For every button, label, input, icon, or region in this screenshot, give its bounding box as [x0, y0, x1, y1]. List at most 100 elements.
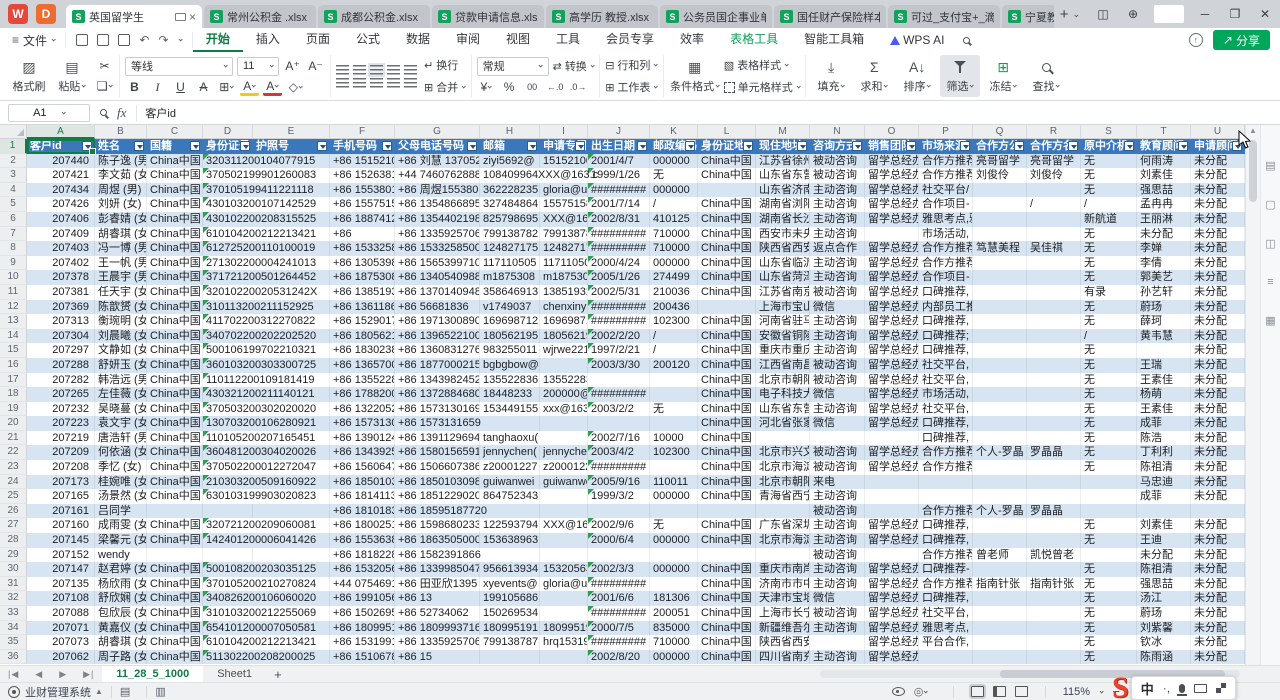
cell[interactable]: 207161 [27, 504, 95, 519]
cell[interactable]: 主动咨询 [810, 212, 865, 227]
cell[interactable] [973, 285, 1027, 300]
cell[interactable]: 上海市宝山 [756, 300, 810, 315]
cell[interactable] [1027, 329, 1081, 344]
cell[interactable] [810, 635, 865, 650]
align-middle-icon[interactable] [353, 65, 366, 75]
column-header-L[interactable]: L [698, 125, 756, 139]
sheet-tab-11_28_5_1000[interactable]: 11_28_5_1000 [102, 666, 203, 683]
microphone-icon[interactable] [1179, 684, 1185, 693]
cell[interactable]: China中国 [147, 168, 203, 183]
cell[interactable]: 2002/7/16 [588, 431, 650, 446]
cell[interactable]: 207152 [27, 548, 95, 563]
cell[interactable]: 124827175 [480, 241, 540, 256]
cell[interactable] [1081, 475, 1137, 490]
cell[interactable]: +86 1370140948 [395, 285, 480, 300]
cell[interactable]: 新疆维吾尔 [756, 621, 810, 636]
cell[interactable] [480, 504, 540, 519]
cell[interactable] [865, 475, 919, 490]
cell[interactable]: 蔚玚 [1137, 606, 1191, 621]
cell[interactable]: 主动咨询 [810, 256, 865, 271]
cell[interactable]: +86 15731301 [330, 416, 395, 431]
side-tool-icon[interactable]: ◫ [1265, 237, 1275, 250]
wps-ai-button[interactable]: WPS AI [877, 28, 957, 52]
cell[interactable]: 罗晶晶 [1027, 445, 1081, 460]
menu-tab-表格工具[interactable]: 表格工具 [717, 28, 791, 52]
cell[interactable]: 未分配 [1191, 227, 1245, 242]
globe-icon[interactable]: ⊕ [1118, 7, 1148, 21]
file-tab[interactable]: S英国留学生× [66, 5, 202, 28]
cell[interactable] [1081, 504, 1137, 519]
cell[interactable] [973, 475, 1027, 490]
cell[interactable]: 被动咨询 [810, 460, 865, 475]
cell[interactable]: 271302200004241013 [203, 256, 253, 271]
cell[interactable]: 主动咨询 [810, 183, 865, 198]
cell[interactable]: 未分配 [1191, 621, 1245, 636]
cell[interactable] [1027, 387, 1081, 402]
cell[interactable]: +86 1391129694 [395, 431, 480, 446]
cell[interactable]: 留学总经办 [865, 154, 919, 169]
side-tool-icon[interactable]: ▤ [1265, 159, 1275, 172]
cell[interactable]: 未分配 [1191, 212, 1245, 227]
cell[interactable]: 未分配 [1191, 358, 1245, 373]
cell[interactable]: guiwanwei [480, 475, 540, 490]
cell[interactable] [1027, 183, 1081, 198]
column-header-U[interactable]: U [1191, 125, 1245, 139]
cell[interactable]: 合作项目- [919, 197, 973, 212]
row-header[interactable]: 2 [0, 154, 27, 169]
row-header[interactable]: 35 [0, 635, 27, 650]
filter-header-cell[interactable]: 身份证地 [698, 139, 756, 154]
cell[interactable]: 广东省深圳 [756, 518, 810, 533]
cell[interactable]: 000000 [650, 154, 698, 169]
cell[interactable]: 杨萌 [1137, 387, 1191, 402]
cell[interactable]: 强思喆 [1137, 577, 1191, 592]
cell[interactable]: 何依涵 (女 [95, 445, 147, 460]
cell[interactable] [865, 548, 919, 563]
cell[interactable]: China中国 [698, 562, 756, 577]
cell[interactable]: 710000 [650, 241, 698, 256]
cell[interactable]: 合作项目- [919, 270, 973, 285]
row-header[interactable]: 4 [0, 183, 27, 198]
cell[interactable]: 被动咨询 [810, 548, 865, 563]
cell[interactable]: 北京市朝阳 [756, 475, 810, 490]
row-header[interactable]: 32 [0, 591, 27, 606]
cell[interactable]: m1875308 [540, 270, 588, 285]
cell[interactable]: 000000 [650, 256, 698, 271]
cell[interactable]: 山东省东营 [756, 168, 810, 183]
cell[interactable]: China中国 [698, 489, 756, 504]
cell[interactable]: 000000 [650, 183, 698, 198]
cell[interactable]: China中国 [698, 256, 756, 271]
menu-tab-公式[interactable]: 公式 [343, 28, 393, 52]
cell[interactable] [973, 562, 1027, 577]
row-header[interactable]: 20 [0, 416, 27, 431]
cell[interactable]: 未分配 [1191, 343, 1245, 358]
cell[interactable]: +86 1506607386 [395, 460, 480, 475]
cell[interactable]: 500106199702210321 [203, 343, 253, 358]
cell[interactable]: China中国 [147, 475, 203, 490]
cell[interactable]: +86 1877000215 [395, 358, 480, 373]
cell[interactable]: China中国 [147, 621, 203, 636]
cell[interactable]: 207135 [27, 577, 95, 592]
cell[interactable] [588, 548, 650, 563]
font-name-select[interactable]: 等线 [125, 57, 233, 76]
share-button[interactable]: ↗ 分享 [1213, 30, 1270, 50]
cell[interactable] [973, 373, 1027, 388]
cell[interactable]: 社交平台/ [919, 183, 973, 198]
filter-dropdown-icon[interactable] [743, 141, 753, 151]
cell[interactable]: 2005/1/26 [588, 270, 650, 285]
cell[interactable] [480, 416, 540, 431]
cell[interactable]: 无 [1081, 358, 1137, 373]
cell[interactable]: 710000 [650, 635, 698, 650]
cell[interactable] [973, 533, 1027, 548]
side-tool-icon[interactable]: ≡ [1267, 276, 1273, 288]
cell[interactable]: 被动咨询 [810, 504, 865, 519]
cell[interactable]: +86 13439252 [330, 445, 395, 460]
cell[interactable] [973, 212, 1027, 227]
new-tab-icon[interactable]: + [1060, 6, 1069, 23]
cell[interactable]: +86 田亚欣1395 [395, 577, 480, 592]
cell[interactable]: 梁馨元 (女 [95, 533, 147, 548]
column-header-K[interactable]: K [650, 125, 698, 139]
cell[interactable] [865, 431, 919, 446]
cell[interactable]: 周煜 (男) [95, 183, 147, 198]
cell[interactable]: 无 [1081, 460, 1137, 475]
cell[interactable]: +86 18101832 [330, 504, 395, 519]
